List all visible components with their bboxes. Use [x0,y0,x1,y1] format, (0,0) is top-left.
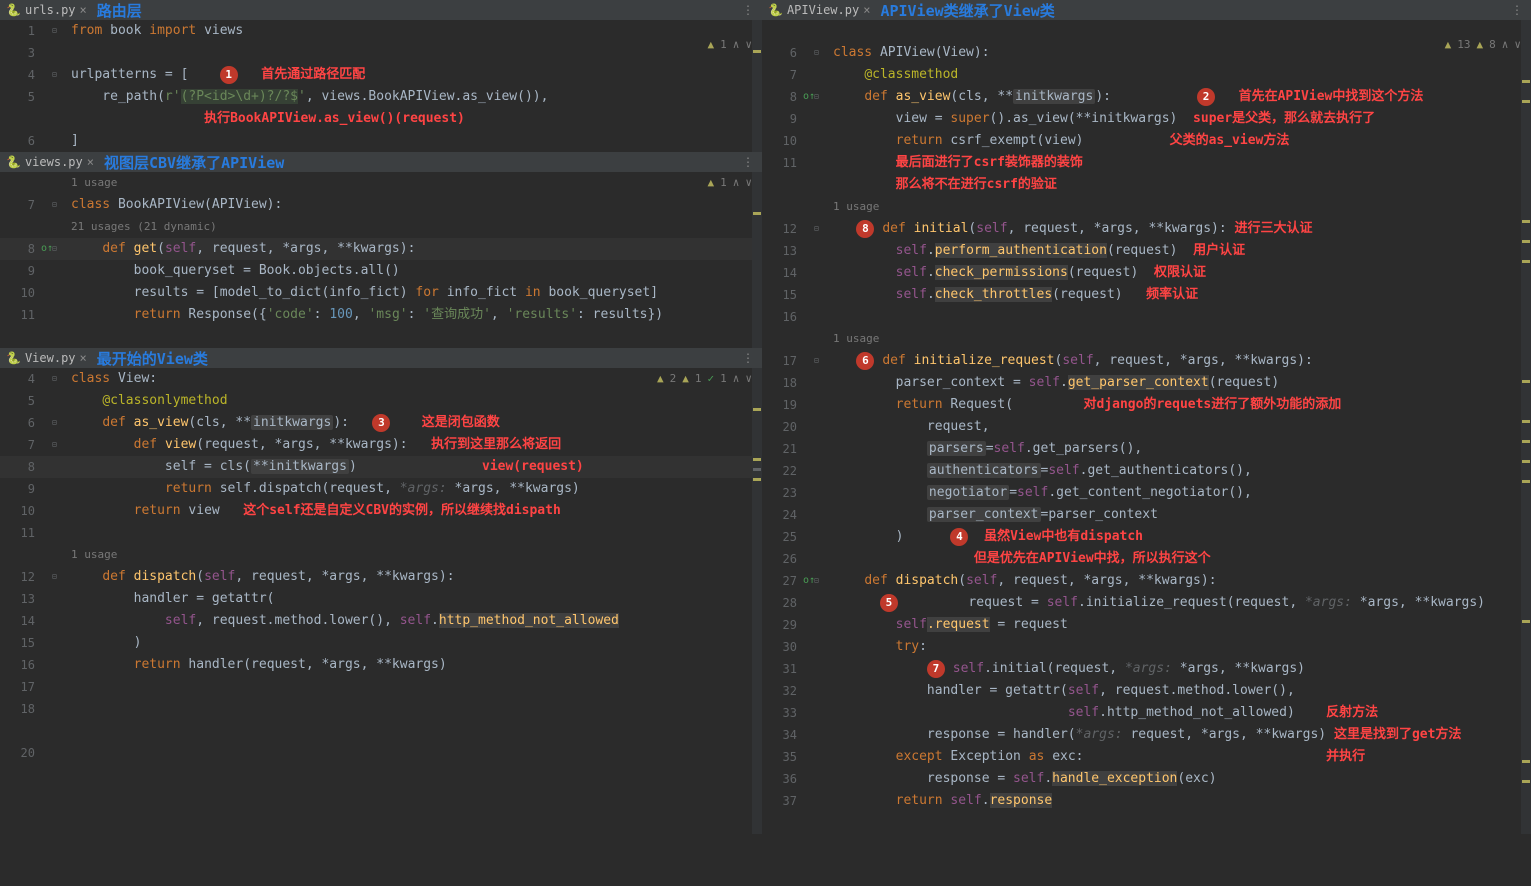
editor-urls[interactable]: ▲1 ∧ ∨ 1⊟from book import views 3 4⊟urlp… [0,20,762,152]
close-icon[interactable]: × [863,3,870,17]
main-container: 🐍 urls.py × 路由层 ⋮ ▲1 ∧ ∨ 1⊟from book imp… [0,0,1531,834]
tab-bar-urls: 🐍 urls.py × 路由层 ⋮ [0,0,762,20]
chevron-down-icon[interactable]: ∨ [745,372,752,385]
tab-urls[interactable]: urls.py [25,3,76,17]
check-icon: ✓ [708,372,715,385]
usage-hint[interactable]: 1 usage [825,328,879,350]
warning-icon: ▲ [657,372,664,385]
line-number: 1 [0,20,55,42]
more-icon[interactable]: ⋮ [1511,3,1523,17]
status-view[interactable]: ▲2 ▲1 ✓1 ∧ ∨ [657,372,752,385]
more-icon[interactable]: ⋮ [742,3,754,17]
usage-hint[interactable]: 1 usage [63,172,117,194]
ann-closure: 这是闭包函数 [422,415,500,430]
callout-8: 8 [856,220,874,238]
close-icon[interactable]: × [80,3,87,17]
editor-views[interactable]: ▲1 ∧ ∨ 1 usage 7⊟class BookAPIView(APIVi… [0,172,762,348]
tab-views[interactable]: views.py [25,155,83,169]
python-file-icon: 🐍 [6,351,21,365]
python-file-icon: 🐍 [768,3,783,17]
left-panel: 🐍 urls.py × 路由层 ⋮ ▲1 ∧ ∨ 1⊟from book imp… [0,0,762,834]
pane-title-views: 视图层CBV继承了APIView [104,152,284,173]
callout-4: 4 [950,528,968,546]
close-icon[interactable]: × [80,351,87,365]
callout-6: 6 [856,352,874,370]
tab-bar-views: 🐍 views.py × 视图层CBV继承了APIView ⋮ [0,152,762,172]
tab-bar-apiview: 🐍 APIView.py × APIView类继承了View类 ⋮ [762,0,1531,20]
weak-warning-icon: ▲ [682,372,689,385]
chevron-up-icon[interactable]: ∧ [733,372,740,385]
warning-icon: ▲ [1445,38,1452,51]
callout-7: 7 [927,660,945,678]
editor-view[interactable]: ▲2 ▲1 ✓1 ∧ ∨ 4⊟class View: 5 @classonlym… [0,368,762,834]
pane-title-apiview: APIView类继承了View类 [880,0,1054,21]
pane-title-view: 最开始的View类 [97,348,208,369]
python-file-icon: 🐍 [6,3,21,17]
ann-self: 这个self还是自定义CBV的实例，所以继续找dispath [243,503,561,518]
pane-title-urls: 路由层 [97,0,142,21]
more-icon[interactable]: ⋮ [742,155,754,169]
tab-apiview[interactable]: APIView.py [787,3,859,17]
chevron-down-icon[interactable]: ∨ [1514,38,1521,51]
tab-view[interactable]: View.py [25,351,76,365]
chevron-up-icon[interactable]: ∧ [1502,38,1509,51]
code-text: urlpatterns = [ [71,67,188,82]
tab-bar-view: 🐍 View.py × 最开始的View类 ⋮ [0,348,762,368]
status-apiview[interactable]: ▲13 ▲8 ∧ ∨ [1445,38,1521,51]
weak-warning-icon: ▲ [1477,38,1484,51]
ann-find-method: 首先在APIView中找到这个方法 [1239,89,1424,104]
annotation-1: 首先通过路径匹配 [261,67,365,82]
chevron-down-icon[interactable]: ∨ [745,176,752,189]
warning-icon: ▲ [708,176,715,189]
right-panel: 🐍 APIView.py × APIView类继承了View类 ⋮ ▲13 ▲8… [762,0,1531,834]
usage-hint[interactable]: 1 usage [63,544,117,566]
status-views[interactable]: ▲1 ∧ ∨ [708,176,753,189]
status-urls[interactable]: ▲1 ∧ ∨ [708,38,753,51]
chevron-up-icon[interactable]: ∧ [733,38,740,51]
usage-hint[interactable]: 21 usages (21 dynamic) [63,216,217,238]
warning-icon: ▲ [708,38,715,51]
more-icon[interactable]: ⋮ [742,351,754,365]
chevron-up-icon[interactable]: ∧ [733,176,740,189]
callout-2: 2 [1197,88,1215,106]
callout-3: 3 [372,414,390,432]
python-file-icon: 🐍 [6,155,21,169]
close-icon[interactable]: × [87,155,94,169]
chevron-down-icon[interactable]: ∨ [745,38,752,51]
callout-1: 1 [220,66,238,84]
usage-hint[interactable]: 1 usage [825,196,879,218]
editor-apiview[interactable]: ▲13 ▲8 ∧ ∨ 6⊟class APIView(View): 7 @cla… [762,20,1531,834]
annotation-exec: 执行BookAPIView.as_view()(request) [204,111,465,126]
